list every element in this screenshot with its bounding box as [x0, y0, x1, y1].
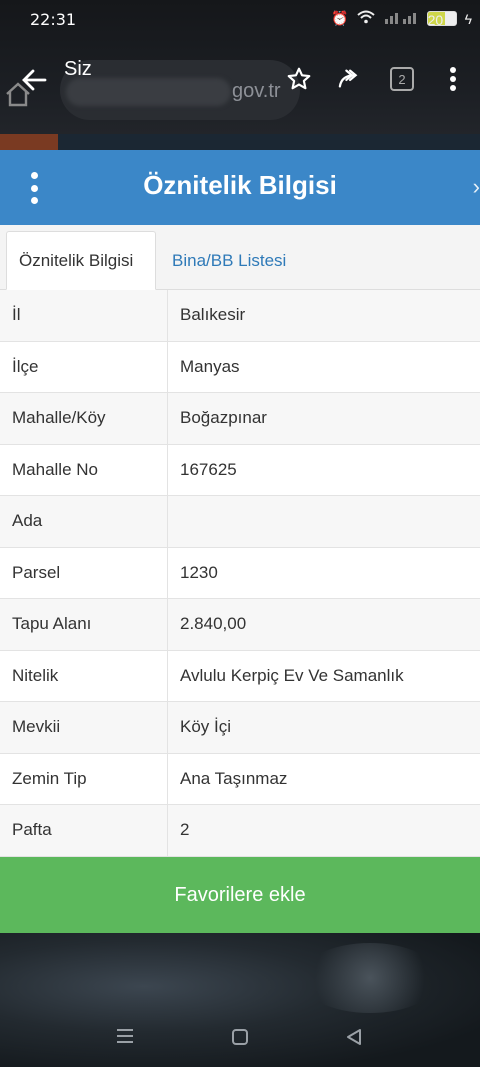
panel-title: Öznitelik Bilgisi — [143, 170, 337, 200]
panel-header: Öznitelik Bilgisi › — [0, 150, 480, 225]
attribute-key: Pafta — [0, 805, 168, 856]
url-domain: gov.tr — [232, 80, 281, 102]
attribute-value: Boğazpınar — [180, 408, 267, 428]
attribute-value: Ana Taşınmaz — [180, 768, 288, 788]
tab-oznitelik-bilgisi[interactable]: Öznitelik Bilgisi — [6, 231, 156, 290]
table-row: Mahalle/Köy Boğazpınar — [0, 393, 480, 445]
browser-chrome: 22:31 ⏰ 20 ϟ gov.tr Siz 2 — [0, 0, 480, 150]
battery-icon: 20 — [426, 11, 457, 28]
tab-count[interactable]: 2 — [390, 67, 414, 91]
status-bar: 22:31 ⏰ 20 ϟ — [0, 0, 480, 40]
wifi-icon — [356, 10, 375, 27]
table-row: Tapu Alanı 2.840,00 — [0, 599, 480, 651]
attribute-value: Köy İçi — [180, 717, 232, 737]
table-row: Pafta 2 — [0, 805, 480, 857]
home-button-icon[interactable] — [231, 1028, 249, 1051]
attribute-table: İl Balıkesir İlçe Manyas Mahalle/Köy Boğ… — [0, 290, 480, 857]
chevron-right-icon[interactable]: › — [473, 174, 480, 200]
table-row: Mevkii Köy İçi — [0, 702, 480, 754]
charging-icon: ϟ — [464, 10, 472, 27]
attribute-key: İl — [0, 290, 168, 341]
attribute-key: Mahalle/Köy — [0, 393, 168, 444]
table-row: Parsel 1230 — [0, 547, 480, 599]
attribute-key: İlçe — [0, 341, 168, 392]
attribute-value: Balıkesir — [180, 305, 246, 325]
attribute-value — [168, 496, 480, 547]
table-row: Zemin Tip Ana Taşınmaz — [0, 753, 480, 805]
attribute-value: 1230 — [180, 562, 218, 582]
signal-icon — [383, 10, 419, 27]
recents-icon[interactable] — [116, 1028, 134, 1049]
table-row: Nitelik Avlulu Kerpiç Ev Ve Samanlık — [0, 650, 480, 702]
page-top-strip — [0, 134, 480, 150]
attribute-value: Manyas — [180, 356, 240, 376]
table-row: Ada — [0, 496, 480, 548]
attribute-key: Tapu Alanı — [0, 599, 168, 650]
share-icon[interactable] — [338, 66, 364, 92]
attribute-key: Mevkii — [0, 702, 168, 753]
tab-bar: Öznitelik Bilgisi Bina/BB Listesi — [0, 225, 480, 290]
attribute-value: 2 — [180, 820, 190, 840]
url-bar[interactable]: gov.tr — [60, 60, 300, 120]
attribute-value: 167625 — [180, 459, 237, 479]
status-time: 22:31 — [30, 10, 77, 29]
url-redacted — [66, 78, 231, 106]
table-row: İlçe Manyas — [0, 341, 480, 393]
attribute-key: Nitelik — [0, 650, 168, 701]
attribute-value: Avlulu Kerpiç Ev Ve Samanlık — [180, 665, 404, 685]
attribute-key: Ada — [0, 496, 168, 547]
star-icon[interactable] — [286, 66, 312, 92]
add-to-favorites-button[interactable]: Favorilere ekle — [0, 857, 480, 933]
back-triangle-icon[interactable] — [345, 1028, 363, 1051]
attribute-value: 2.840,00 — [180, 614, 247, 634]
attribute-key: Parsel — [0, 547, 168, 598]
back-arrow-icon[interactable] — [20, 66, 48, 94]
attribute-key: Mahalle No — [0, 444, 168, 495]
profile-label: Siz — [64, 58, 92, 80]
table-row: Mahalle No 167625 — [0, 444, 480, 496]
alarm-icon: ⏰ — [331, 10, 349, 26]
attribute-key: Zemin Tip — [0, 753, 168, 804]
tab-bina-bb-listesi[interactable]: Bina/BB Listesi — [160, 231, 298, 290]
browser-actions: 2 — [286, 66, 466, 92]
more-vert-icon[interactable] — [440, 66, 466, 92]
status-icons: ⏰ 20 ϟ — [331, 10, 472, 28]
system-nav-bar — [0, 1010, 480, 1067]
table-row: İl Balıkesir — [0, 290, 480, 342]
